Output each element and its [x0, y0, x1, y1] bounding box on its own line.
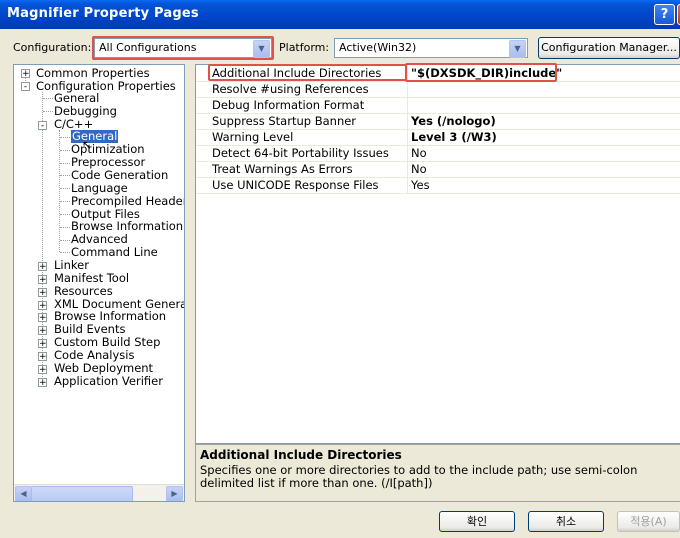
property-name: Use UNICODE Response Files — [212, 178, 379, 192]
property-row[interactable]: Warning Level Level 3 (/W3) — [196, 129, 680, 146]
property-name: Debug Information Format — [212, 98, 365, 112]
configuration-value: All Configurations — [99, 41, 197, 54]
property-value[interactable]: No — [411, 162, 427, 176]
chevron-down-icon[interactable]: ▼ — [253, 40, 270, 58]
expand-icon[interactable]: + — [38, 378, 47, 388]
chevron-down-icon[interactable]: ▼ — [509, 40, 526, 58]
property-name: Suppress Startup Banner — [212, 114, 357, 128]
scroll-right-icon[interactable]: ▶ — [166, 486, 183, 501]
expand-icon[interactable]: + — [38, 262, 47, 272]
property-name: Resolve #using References — [212, 82, 369, 96]
expand-icon[interactable]: + — [38, 326, 47, 336]
collapse-icon[interactable]: - — [38, 121, 47, 131]
cancel-button[interactable]: 취소 — [528, 511, 604, 532]
property-row[interactable]: Use UNICODE Response Files Yes — [196, 177, 680, 194]
property-name: Warning Level — [212, 130, 294, 144]
property-row[interactable]: Treat Warnings As Errors No — [196, 161, 680, 178]
property-value-highlight — [405, 63, 557, 82]
description-text: Specifies one or more directories to add… — [200, 463, 638, 490]
configuration-select[interactable]: All Configurations ▼ — [94, 38, 272, 58]
property-name-highlight — [208, 64, 407, 81]
tree-item-application-verifier[interactable]: Application Verifier — [54, 375, 163, 388]
property-value[interactable]: Yes (/nologo) — [411, 114, 496, 128]
property-grid[interactable]: Additional Include Directories "$(DXSDK_… — [195, 64, 680, 444]
scrollbar-thumb[interactable] — [31, 486, 133, 501]
property-value[interactable]: No — [411, 146, 427, 160]
apply-button[interactable]: 적용(A) — [617, 511, 680, 532]
tree-horizontal-scrollbar[interactable]: ◀ ▶ — [14, 484, 184, 501]
property-row[interactable]: Debug Information Format — [196, 97, 680, 114]
expand-icon[interactable]: + — [38, 365, 47, 375]
property-row[interactable]: Suppress Startup Banner Yes (/nologo) — [196, 113, 680, 130]
expand-icon[interactable]: + — [38, 301, 47, 311]
expand-icon[interactable]: + — [21, 69, 30, 79]
platform-select[interactable]: Active(Win32) ▼ — [334, 38, 528, 58]
expand-icon[interactable]: + — [38, 313, 47, 323]
property-tree[interactable]: + Common Properties - Configuration Prop… — [13, 64, 185, 502]
expand-icon[interactable]: + — [38, 288, 47, 298]
property-row[interactable]: Detect 64-bit Portability Issues No — [196, 145, 680, 162]
collapse-icon[interactable]: - — [21, 82, 30, 92]
configuration-manager-button[interactable]: Configuration Manager... — [538, 37, 680, 59]
property-value[interactable]: Yes — [411, 178, 430, 192]
property-row[interactable]: Resolve #using References — [196, 81, 680, 98]
help-button[interactable]: ? — [654, 4, 675, 25]
property-name: Treat Warnings As Errors — [212, 162, 353, 176]
expand-icon[interactable]: + — [38, 275, 47, 285]
ok-button[interactable]: 확인 — [439, 511, 515, 532]
platform-value: Active(Win32) — [339, 41, 417, 54]
platform-label: Platform: — [279, 41, 330, 54]
configuration-label: Configuration: — [13, 41, 92, 54]
description-panel: Additional Include Directories Specifies… — [195, 444, 680, 502]
expand-icon[interactable]: + — [38, 339, 47, 349]
window-title: Magnifier Property Pages — [7, 6, 199, 21]
description-title: Additional Include Directories — [200, 448, 402, 462]
expand-icon[interactable]: + — [38, 352, 47, 362]
scroll-left-icon[interactable]: ◀ — [15, 486, 32, 501]
property-value[interactable]: Level 3 (/W3) — [411, 130, 497, 144]
property-name: Detect 64-bit Portability Issues — [212, 146, 389, 160]
